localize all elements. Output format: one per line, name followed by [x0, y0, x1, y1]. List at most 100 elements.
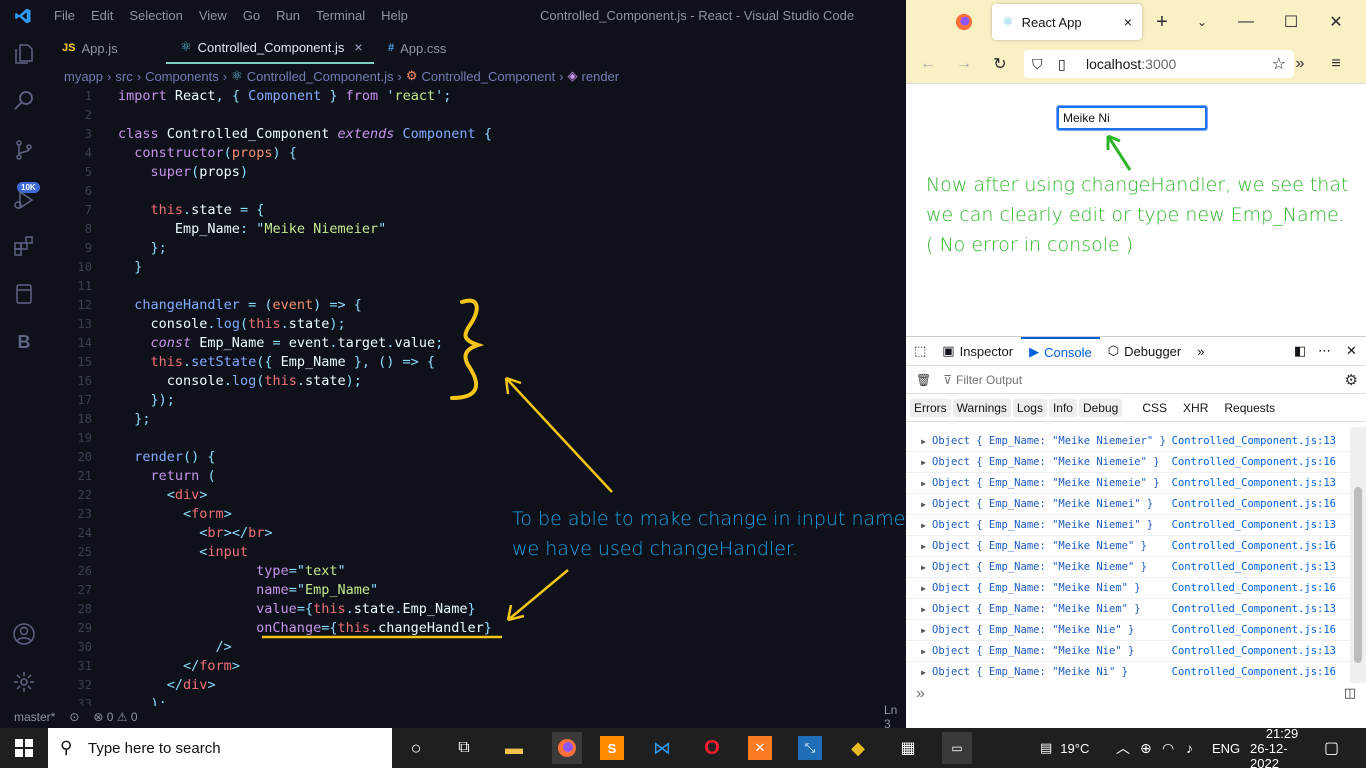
explorer-icon[interactable]: [10, 40, 38, 68]
tab-close-icon[interactable]: ×: [1124, 14, 1132, 30]
console-log-entry[interactable]: ▶ Object { Emp_Name: "Meike Ni" } Controll…: [906, 662, 1350, 681]
console-log-entry[interactable]: ▶ Object { Emp_Name: "Meike Nieme" } Contr…: [906, 557, 1350, 578]
close-devtools-icon[interactable]: ✕: [1338, 337, 1365, 366]
tab-console[interactable]: ▶ Console: [1021, 336, 1100, 366]
git-branch[interactable]: master*: [14, 710, 55, 724]
scrollbar-thumb[interactable]: [1354, 487, 1362, 663]
cortana-circle-icon[interactable]: ○: [404, 736, 428, 760]
menu-go[interactable]: Go: [235, 0, 268, 32]
more-options-icon[interactable]: ⋯: [1310, 337, 1339, 366]
url-bar[interactable]: ⛉ ▯ localhost:3000 ☆: [1024, 50, 1294, 78]
vector-app-icon[interactable]: ⤡: [798, 736, 822, 760]
menu-file[interactable]: File: [46, 0, 83, 32]
menu-terminal[interactable]: Terminal: [308, 0, 373, 32]
taskbar-search[interactable]: ⚲ Type here to search: [48, 728, 392, 768]
console-log-entry[interactable]: ▶ Object { Emp_Name: "Meike Niemei" } Cont…: [906, 515, 1350, 536]
tab-close-icon[interactable]: ×: [354, 39, 362, 55]
wifi-icon[interactable]: ◠: [1162, 728, 1174, 768]
filter-warnings[interactable]: Warnings: [952, 398, 1011, 417]
filter-requests[interactable]: Requests: [1220, 399, 1279, 417]
expand-triangle-icon[interactable]: ▶: [906, 479, 932, 488]
console-log-entry[interactable]: ▶ Object { Emp_Name: "Meike Nie" } Control…: [906, 641, 1350, 662]
settings-gear-icon[interactable]: [10, 668, 38, 696]
calendar-app-icon[interactable]: ▦: [896, 736, 920, 760]
element-picker-icon[interactable]: ⬚: [906, 337, 934, 366]
overflow-chevrons-icon[interactable]: »: [1290, 54, 1310, 74]
clock[interactable]: 21:29 26-12-2022: [1250, 726, 1314, 768]
opera-icon[interactable]: O: [700, 736, 724, 760]
reload-icon[interactable]: ↻: [990, 54, 1010, 74]
filter-output-input[interactable]: Filter Output: [956, 373, 1022, 387]
tab-debugger[interactable]: ⬡ Debugger: [1100, 337, 1189, 366]
breadcrumb-item[interactable]: myapp: [64, 69, 103, 84]
maximize-icon[interactable]: ☐: [1281, 12, 1301, 32]
breadcrumb-item[interactable]: render: [582, 69, 620, 84]
accounts-icon[interactable]: [10, 620, 38, 648]
back-arrow-icon[interactable]: ←: [918, 54, 938, 74]
console-settings-gear-icon[interactable]: ⚙: [1345, 371, 1358, 389]
filter-debug[interactable]: Debug: [1078, 398, 1123, 417]
shield-icon[interactable]: ⛉: [1032, 56, 1043, 73]
tray-chevron-icon[interactable]: ︿: [1116, 728, 1130, 768]
tab-inspector[interactable]: ▣ Inspector: [934, 337, 1021, 366]
hamburger-menu-icon[interactable]: ≡: [1326, 54, 1346, 74]
forward-arrow-icon[interactable]: →: [954, 54, 974, 74]
tab-list-chevron-icon[interactable]: ⌄: [1192, 12, 1212, 32]
color-app-icon[interactable]: ◆: [846, 736, 870, 760]
console-log-entry[interactable]: ▶ Object { Emp_Name: "Meike Niemei" } Cont…: [906, 494, 1350, 515]
weather-widget[interactable]: ▤ 19°C: [1040, 728, 1089, 768]
volume-icon[interactable]: ♪: [1186, 728, 1193, 768]
network-globe-icon[interactable]: ⊕: [1140, 728, 1152, 768]
breadcrumb-item[interactable]: src: [115, 69, 132, 84]
bookmark-b-icon[interactable]: B: [10, 328, 38, 356]
extensions-icon[interactable]: [10, 232, 38, 260]
console-scrollbar[interactable]: [1350, 427, 1366, 683]
console-log-entry[interactable]: ▶ Object { Emp_Name: "Meike Niemeier" } Co…: [906, 431, 1350, 452]
firefox-logo-icon[interactable]: [954, 12, 974, 32]
menu-edit[interactable]: Edit: [83, 0, 121, 32]
expand-triangle-icon[interactable]: ▶: [906, 668, 932, 677]
breadcrumb-item[interactable]: Components: [145, 69, 219, 84]
source-control-icon[interactable]: [10, 136, 38, 164]
filter-css[interactable]: CSS: [1138, 399, 1171, 417]
filter-errors[interactable]: Errors: [910, 398, 951, 417]
xampp-icon[interactable]: ✕: [748, 736, 772, 760]
expand-triangle-icon[interactable]: ▶: [906, 647, 932, 656]
expand-triangle-icon[interactable]: ▶: [906, 584, 932, 593]
input-language[interactable]: ENG: [1212, 728, 1240, 768]
tab-app-css[interactable]: # App.css: [374, 32, 484, 64]
console-log-entry[interactable]: ▶ Object { Emp_Name: "Meike Niemeie" } Con…: [906, 452, 1350, 473]
menu-view[interactable]: View: [191, 0, 235, 32]
close-window-icon[interactable]: ✕: [1326, 12, 1346, 32]
firefox-taskbar-icon[interactable]: [552, 732, 582, 764]
file-explorer-icon[interactable]: ▬: [502, 736, 526, 760]
expand-triangle-icon[interactable]: ▶: [906, 626, 932, 635]
bookmark-star-icon[interactable]: ☆: [1272, 54, 1286, 74]
tab-app-js[interactable]: JS App.js: [48, 32, 166, 64]
live-share-icon[interactable]: ⊙: [69, 710, 79, 724]
tab-controlled-component[interactable]: ⚛ Controlled_Component.js ×: [166, 32, 374, 64]
code-editor[interactable]: 1 import React, { Component } from 'react…: [48, 86, 906, 707]
breadcrumb-item[interactable]: Controlled_Component: [421, 69, 555, 84]
trash-icon[interactable]: 🗑: [916, 373, 931, 387]
menu-selection[interactable]: Selection: [121, 0, 190, 32]
editor-mode-icon[interactable]: ◫: [1344, 685, 1356, 701]
console-log-entry[interactable]: ▶ Object { Emp_Name: "Meike Niem" } Contro…: [906, 578, 1350, 599]
console-log-entry[interactable]: ▶ Object { Emp_Name: "Meike Nieme" } Contr…: [906, 536, 1350, 557]
vscode-taskbar-icon[interactable]: ⋈: [650, 736, 674, 760]
minimize-icon[interactable]: —: [1236, 12, 1256, 32]
remote-explorer-icon[interactable]: [10, 280, 38, 308]
console-log-entry[interactable]: ▶ Object { Emp_Name: "Meike Niemeie" } Con…: [906, 473, 1350, 494]
problems-count[interactable]: ⊗ 0 ⚠ 0: [93, 710, 137, 724]
windows-start-icon[interactable]: [12, 736, 36, 760]
cursor-position[interactable]: Ln 3: [884, 703, 897, 731]
console-log-entry[interactable]: ▶ Object { Emp_Name: "Meike Niem" } Contro…: [906, 599, 1350, 620]
more-tools-chevrons-icon[interactable]: »: [1189, 337, 1212, 366]
filter-logs[interactable]: Logs: [1012, 398, 1047, 417]
breadcrumb-item[interactable]: Controlled_Component.js: [247, 69, 394, 84]
sublime-text-icon[interactable]: S: [600, 736, 624, 760]
expand-triangle-icon[interactable]: ▶: [906, 605, 932, 614]
console-log-entry[interactable]: ▶ Object { Emp_Name: "Meike Nie" } Control…: [906, 620, 1350, 641]
browser-tab-react-app[interactable]: ⚛ React App ×: [992, 4, 1142, 40]
terminal-icon[interactable]: ▭: [942, 732, 972, 764]
